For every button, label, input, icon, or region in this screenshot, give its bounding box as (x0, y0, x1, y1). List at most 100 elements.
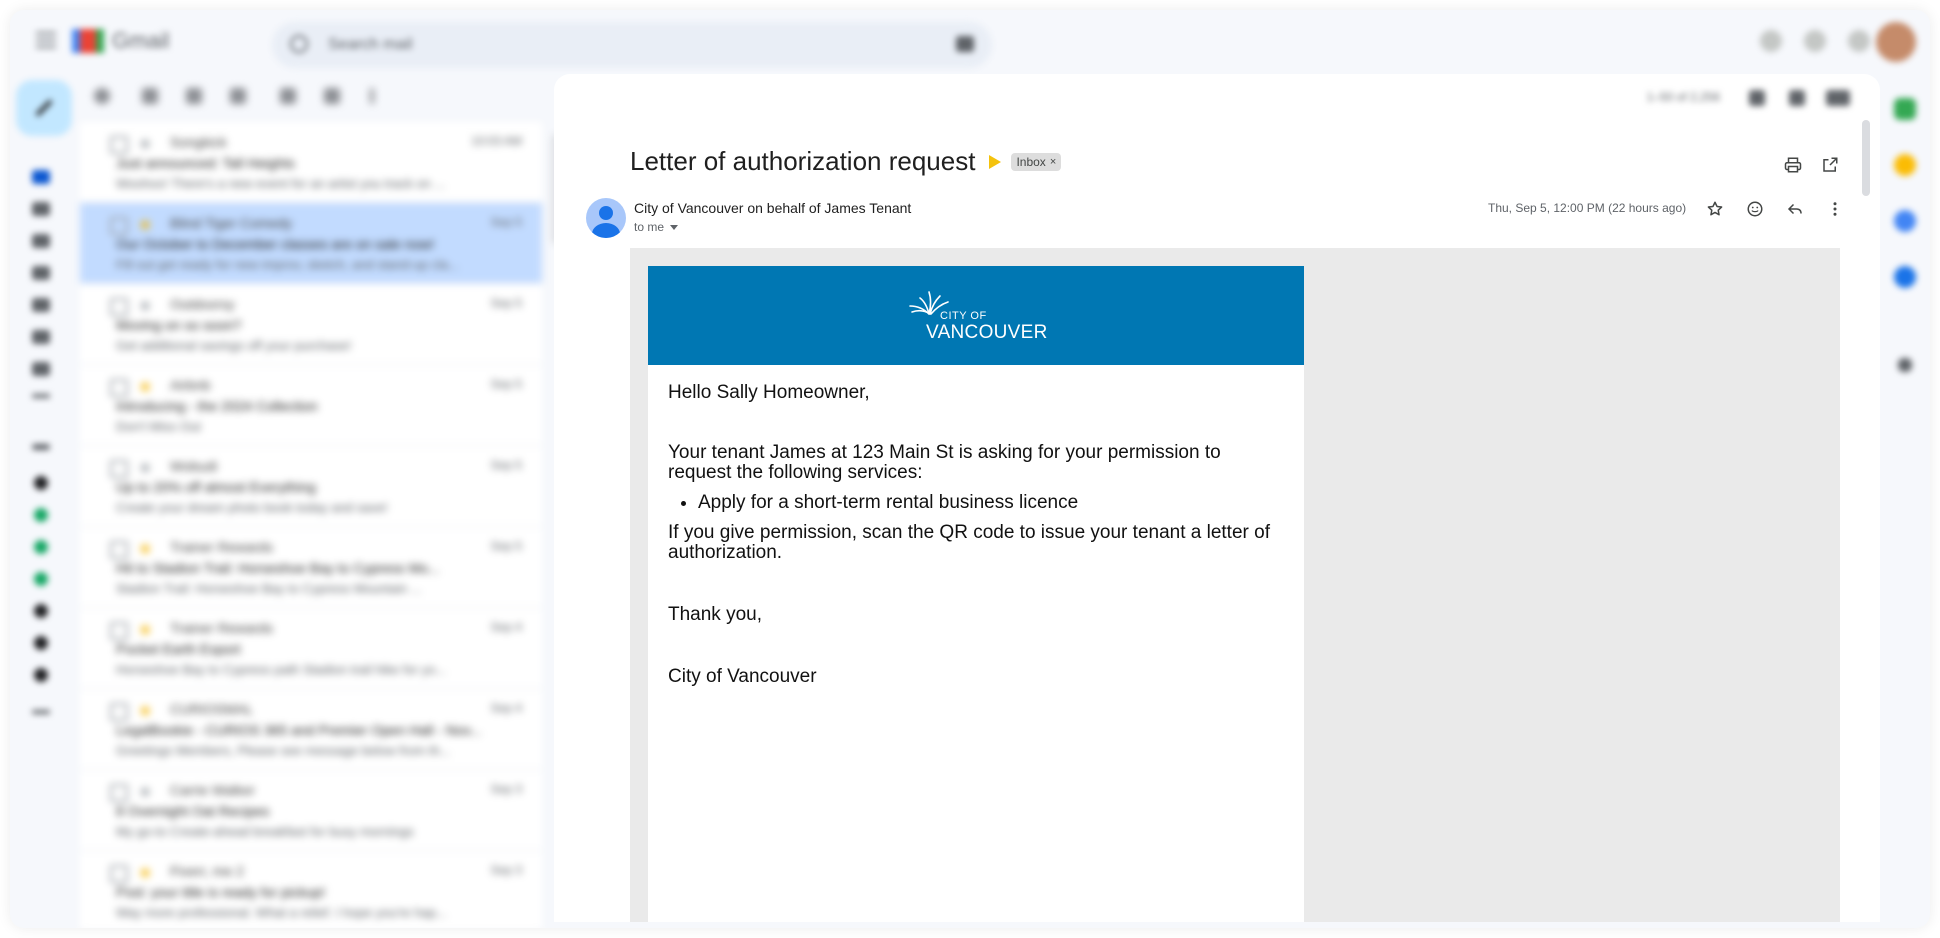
row-subject: Introducing - the 2024 Collection (116, 398, 318, 414)
compose-button[interactable] (16, 80, 72, 136)
main-menu-icon[interactable] (36, 32, 56, 48)
row-checkbox[interactable] (110, 460, 128, 478)
more-vert-icon[interactable] (1826, 200, 1844, 218)
starred-icon[interactable] (32, 202, 50, 216)
contacts-icon[interactable] (1894, 266, 1916, 288)
calendar-icon[interactable] (1894, 98, 1916, 120)
prev-icon[interactable] (1749, 90, 1765, 106)
list-item[interactable]: ★ Trainer Rewards Sep 4 Pocket Earth Export… (80, 608, 542, 689)
list-item[interactable]: ★ Airbnb Sep 5 Introducing - the 2024 Colle… (80, 365, 542, 446)
row-sender: Trainer Rewards (170, 620, 273, 636)
star-icon[interactable] (1706, 200, 1724, 218)
important-marker-icon[interactable] (989, 154, 1002, 169)
row-checkbox[interactable] (110, 298, 128, 316)
next-icon[interactable] (1789, 90, 1805, 106)
list-item[interactable]: ★ Outdoorsy Sep 5 Moving on so soon? Get add… (80, 284, 542, 365)
drafts-icon[interactable] (32, 298, 50, 312)
inbox-icon[interactable] (32, 170, 50, 184)
row-snippet: Create your dream photo book today and s… (116, 500, 388, 515)
star-icon[interactable]: ★ (138, 377, 152, 397)
sent-icon[interactable] (32, 266, 50, 280)
emoji-icon[interactable] (1746, 200, 1764, 218)
archive-icon[interactable] (142, 88, 158, 104)
keyboard-icon[interactable] (1826, 90, 1850, 106)
snooze-icon[interactable] (324, 88, 340, 104)
list-item[interactable]: ★ Wobudi Sep 5 Up to 20% off almost Everyth… (80, 446, 542, 527)
search-input[interactable]: Search mail (328, 36, 412, 54)
delete-icon[interactable] (230, 88, 246, 104)
row-checkbox[interactable] (110, 865, 128, 883)
keep-icon[interactable] (1894, 154, 1916, 176)
list-item[interactable]: ★ Fiverr, me 2 Sep 3 Psst: your title is re… (80, 851, 542, 928)
row-checkbox[interactable] (110, 541, 128, 559)
select-all-checkbox-icon[interactable] (94, 88, 110, 104)
label-dot-icon[interactable] (34, 668, 48, 682)
remove-label-icon[interactable]: × (1050, 156, 1056, 168)
apps-icon[interactable] (1848, 30, 1870, 52)
star-icon[interactable]: ★ (138, 782, 152, 802)
open-in-new-window-icon[interactable] (1821, 156, 1839, 174)
add-addon-icon[interactable] (1898, 358, 1912, 372)
more-icon[interactable] (32, 394, 50, 398)
tasks-icon[interactable] (1894, 210, 1916, 232)
star-icon[interactable]: ★ (138, 296, 152, 316)
inbox-label[interactable]: Inbox × (1011, 152, 1062, 171)
list-item[interactable]: ★ Songkick 10:03 AM Just announced: Tall He… (80, 122, 542, 203)
label-dot-icon[interactable] (34, 540, 48, 554)
row-snippet: Fill out get ready for new improv, sketc… (116, 257, 459, 272)
print-icon[interactable] (1784, 156, 1802, 174)
star-icon[interactable]: ★ (138, 134, 152, 154)
list-item[interactable]: ★ Trainer Rewards Sep 5 Hit to Stadion Trai… (80, 527, 542, 608)
search-bar[interactable]: Search mail (272, 22, 992, 68)
reply-icon[interactable] (1786, 200, 1804, 218)
label-dot-icon[interactable] (34, 572, 48, 586)
help-icon[interactable] (1760, 30, 1782, 52)
reader-scrollbar[interactable] (1862, 120, 1870, 196)
star-icon[interactable]: ★ (138, 863, 152, 883)
sender-avatar[interactable] (586, 198, 626, 238)
row-snippet: Horseshoe Bay to Cypress path Stadion tr… (116, 662, 447, 677)
list-item[interactable]: ★ Blind Tiger Comedy Sep 5 Our October to D… (80, 203, 542, 284)
label-dot-icon[interactable] (34, 508, 48, 522)
list-item[interactable]: ★ CURIOSMAL Sep 4 LegalBookie - CURIOS 365 … (80, 689, 542, 770)
logo-text-bottom: VANCOUVER (926, 322, 1048, 343)
snoozed-icon[interactable] (32, 234, 50, 248)
row-checkbox[interactable] (110, 703, 128, 721)
email-content: Hello Sally Homeowner, Your tenant James… (648, 365, 1304, 687)
report-spam-icon[interactable] (186, 88, 202, 104)
gmail-logo[interactable]: Gmail (72, 28, 169, 54)
mark-unread-icon[interactable] (280, 88, 296, 104)
chevron-down-icon[interactable] (670, 224, 679, 230)
label-icon[interactable] (32, 362, 50, 376)
row-checkbox[interactable] (110, 379, 128, 397)
star-icon[interactable]: ★ (138, 215, 152, 235)
message-list-pane: ★ Songkick 10:03 AM Just announced: Tall He… (80, 74, 560, 928)
label-icon[interactable] (32, 330, 50, 344)
label-dot-icon[interactable] (34, 476, 48, 490)
row-checkbox[interactable] (110, 217, 128, 235)
more-icon[interactable] (370, 88, 374, 104)
star-icon[interactable]: ★ (138, 701, 152, 721)
greeting: Hello Sally Homeowner, (668, 382, 870, 403)
row-snippet: Woohoo! There's a new event for an artis… (116, 176, 446, 191)
row-checkbox[interactable] (110, 622, 128, 640)
star-icon[interactable]: ★ (138, 620, 152, 640)
label-dot-icon[interactable] (34, 604, 48, 618)
closing: Thank you, (668, 604, 762, 625)
star-icon[interactable]: ★ (138, 458, 152, 478)
search-options-icon[interactable] (956, 36, 974, 52)
row-snippet: Don't Miss Out (116, 419, 201, 434)
search-icon[interactable] (290, 35, 308, 53)
sender-name[interactable]: City of Vancouver on behalf of James Ten… (634, 200, 911, 216)
row-checkbox[interactable] (110, 784, 128, 802)
label-dot-icon[interactable] (34, 636, 48, 650)
list-item[interactable]: ★ Carrie Walker Sep 3 8 Overnight Oat Recip… (80, 770, 542, 851)
add-label-icon[interactable] (32, 444, 50, 450)
star-icon[interactable]: ★ (138, 539, 152, 559)
recipient-details[interactable]: to me (634, 220, 679, 234)
account-avatar[interactable] (1876, 22, 1916, 62)
expand-icon[interactable] (32, 710, 50, 714)
settings-icon[interactable] (1804, 30, 1826, 52)
row-snippet: Greetings Members, Please see message be… (116, 743, 451, 758)
row-checkbox[interactable] (110, 136, 128, 154)
